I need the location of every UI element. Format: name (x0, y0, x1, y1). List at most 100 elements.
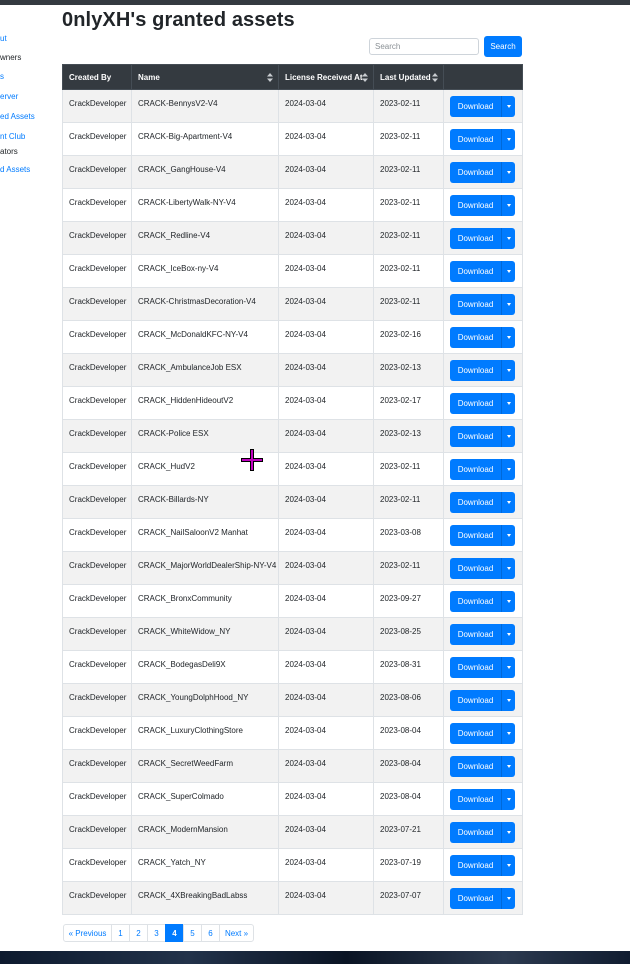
dropdown-caret-icon[interactable] (501, 656, 515, 678)
dropdown-caret-icon[interactable] (501, 392, 515, 414)
download-button[interactable]: Download (450, 623, 501, 645)
cell-license-received-at-text: 2024-03-04 (285, 329, 326, 339)
dropdown-caret-icon[interactable] (501, 194, 515, 216)
cell-last-updated: 2023-08-04 (373, 782, 444, 816)
pagination-page-2[interactable]: 2 (129, 924, 148, 942)
download-button[interactable]: Download (450, 194, 501, 216)
sidebar-item-granted-assets[interactable]: ed Assets (0, 112, 35, 121)
cell-asset-name: CRACK_AmbulanceJob ESX (131, 353, 279, 387)
dropdown-caret-icon[interactable] (501, 689, 515, 711)
column-header-created-by[interactable]: Created By (62, 64, 132, 90)
cell-actions: Download (443, 386, 523, 420)
search-input[interactable] (369, 38, 479, 55)
download-button[interactable]: Download (450, 458, 501, 480)
dropdown-caret-icon[interactable] (501, 326, 515, 348)
download-button[interactable]: Download (450, 524, 501, 546)
download-button-group: Download (450, 392, 515, 414)
download-button[interactable]: Download (450, 821, 501, 843)
download-button[interactable]: Download (450, 755, 501, 777)
cell-created-by: CrackDeveloper (62, 353, 132, 387)
dropdown-caret-icon[interactable] (501, 425, 515, 447)
table-row: CrackDeveloper CRACK-ChristmasDecoration-… (62, 287, 523, 321)
cell-last-updated-text: 2023-02-13 (380, 428, 421, 438)
pagination-previous[interactable]: « Previous (63, 924, 112, 942)
cell-last-updated-text: 2023-02-11 (380, 197, 421, 207)
dropdown-caret-icon[interactable] (501, 788, 515, 810)
download-button[interactable]: Download (450, 293, 501, 315)
pagination-page-3[interactable]: 3 (147, 924, 166, 942)
download-button[interactable]: Download (450, 854, 501, 876)
cell-license-received-at-text: 2024-03-04 (285, 758, 326, 768)
cell-last-updated-text: 2023-02-11 (380, 494, 421, 504)
sidebar-item-owners-link[interactable]: s (0, 72, 4, 81)
cell-license-received-at: 2024-03-04 (278, 419, 374, 453)
download-button[interactable]: Download (450, 128, 501, 150)
download-button[interactable]: Download (450, 359, 501, 381)
cell-asset-name-text: CRACK_GangHouse-V4 (138, 164, 226, 174)
download-button[interactable]: Download (450, 656, 501, 678)
dropdown-caret-icon[interactable] (501, 359, 515, 381)
download-button[interactable]: Download (450, 557, 501, 579)
download-button[interactable]: Download (450, 260, 501, 282)
download-button[interactable]: Download (450, 161, 501, 183)
table-row: CrackDeveloper CRACK_MajorWorldDealerShip… (62, 551, 523, 585)
cell-license-received-at-text: 2024-03-04 (285, 659, 326, 669)
pagination-next[interactable]: Next » (219, 924, 254, 942)
cell-created-by: CrackDeveloper (62, 650, 132, 684)
download-button[interactable]: Download (450, 326, 501, 348)
column-header-last-updated[interactable]: Last Updated (373, 64, 444, 90)
sidebar-item-club[interactable]: nt Club (0, 132, 25, 141)
table-row: CrackDeveloper CRACK_Redline-V4 2024-03-04… (62, 221, 523, 255)
dropdown-caret-icon[interactable] (501, 293, 515, 315)
dropdown-caret-icon[interactable] (501, 557, 515, 579)
search-button[interactable]: Search (484, 36, 522, 57)
column-header-name[interactable]: Name (131, 64, 279, 90)
pagination-page-5[interactable]: 5 (183, 924, 202, 942)
download-button[interactable]: Download (450, 722, 501, 744)
column-header-license-received-at[interactable]: License Received At (278, 64, 374, 90)
dropdown-caret-icon[interactable] (501, 95, 515, 117)
dropdown-caret-icon[interactable] (501, 821, 515, 843)
dropdown-caret-icon[interactable] (501, 260, 515, 282)
table-row: CrackDeveloper CRACK_GangHouse-V4 2024-03-… (62, 155, 523, 189)
dropdown-caret-icon[interactable] (501, 128, 515, 150)
dropdown-caret-icon[interactable] (501, 887, 515, 909)
download-button[interactable]: Download (450, 95, 501, 117)
download-button[interactable]: Download (450, 491, 501, 513)
cell-asset-name: CRACK_SecretWeedFarm (131, 749, 279, 783)
sidebar-item-server[interactable]: erver (0, 92, 18, 101)
dropdown-caret-icon[interactable] (501, 755, 515, 777)
cell-created-by-text: CrackDeveloper (69, 527, 127, 537)
download-button-group: Download (450, 557, 515, 579)
dropdown-caret-icon[interactable] (501, 854, 515, 876)
dropdown-caret-icon[interactable] (501, 623, 515, 645)
dropdown-caret-icon[interactable] (501, 590, 515, 612)
dropdown-caret-icon[interactable] (501, 722, 515, 744)
download-button[interactable]: Download (450, 227, 501, 249)
pagination-page-4-active[interactable]: 4 (165, 924, 184, 942)
download-button[interactable]: Download (450, 887, 501, 909)
download-button-group: Download (450, 887, 515, 909)
cell-created-by-text: CrackDeveloper (69, 428, 127, 438)
dropdown-caret-icon[interactable] (501, 491, 515, 513)
download-button[interactable]: Download (450, 590, 501, 612)
dropdown-caret-icon[interactable] (501, 227, 515, 249)
cell-last-updated-text: 2023-08-04 (380, 758, 421, 768)
download-button[interactable]: Download (450, 392, 501, 414)
cell-created-by: CrackDeveloper (62, 320, 132, 354)
dropdown-caret-icon[interactable] (501, 161, 515, 183)
dropdown-caret-icon[interactable] (501, 458, 515, 480)
download-button[interactable]: Download (450, 689, 501, 711)
cell-last-updated: 2023-02-11 (373, 452, 444, 486)
pagination-page-6[interactable]: 6 (201, 924, 220, 942)
download-button[interactable]: Download (450, 788, 501, 810)
download-button-group: Download (450, 689, 515, 711)
dropdown-caret-icon[interactable] (501, 524, 515, 546)
download-button[interactable]: Download (450, 425, 501, 447)
pagination-page-1[interactable]: 1 (111, 924, 130, 942)
cell-actions: Download (443, 551, 523, 585)
sidebar-item-about[interactable]: ut (0, 34, 7, 43)
cell-license-received-at: 2024-03-04 (278, 287, 374, 321)
sidebar-item-created-assets[interactable]: d Assets (0, 165, 30, 174)
table-row: CrackDeveloper CRACK-Big-Apartment-V4 2024… (62, 122, 523, 156)
